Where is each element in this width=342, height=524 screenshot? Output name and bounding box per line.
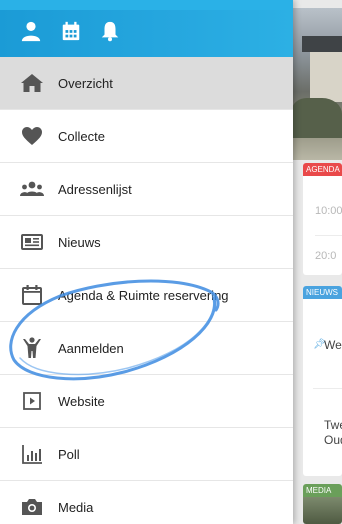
church-photo (292, 8, 342, 160)
bell-icon[interactable] (99, 20, 121, 42)
menu-item-website[interactable]: Website (0, 375, 293, 428)
menu-item-adressenlijst[interactable]: Adressenlijst (0, 163, 293, 216)
menu-item-agenda[interactable]: Agenda & Ruimte reservering (0, 269, 293, 322)
menu-item-label: Aanmelden (58, 340, 124, 356)
media-tag: MEDIA (303, 484, 342, 497)
menu-item-label: Website (58, 393, 105, 409)
media-card[interactable]: MEDIA (303, 484, 342, 524)
menu-item-label: Nieuws (58, 234, 101, 250)
news-line-1: We (324, 338, 342, 352)
menu-item-label: Collecte (58, 128, 105, 144)
menu-item-label: Media (58, 499, 94, 515)
home-icon (21, 74, 43, 92)
menu-item-overzicht[interactable]: Overzicht (0, 57, 293, 110)
navigation-drawer: Overzicht Collecte Adressenlijst Nieuws … (0, 0, 293, 524)
heart-icon (22, 127, 42, 145)
menu-item-collecte[interactable]: Collecte (0, 110, 293, 163)
people-icon (20, 181, 44, 196)
menu-item-label: Agenda & Ruimte reservering (58, 287, 229, 303)
menu-item-nieuws[interactable]: Nieuws (0, 216, 293, 269)
bar-chart-icon (22, 445, 42, 464)
camera-icon (22, 499, 42, 515)
menu-item-label: Overzicht (58, 75, 113, 91)
drawer-header (0, 0, 293, 57)
calendar-outline-icon (22, 285, 42, 305)
play-box-icon (23, 392, 41, 410)
news-card[interactable]: NIEUWS 📌︎ We Twe Oud (303, 286, 342, 476)
newspaper-icon (21, 234, 43, 250)
menu-item-poll[interactable]: Poll (0, 428, 293, 481)
menu-item-label: Adressenlijst (58, 181, 132, 197)
user-icon[interactable] (20, 20, 42, 42)
menu-item-label: Poll (58, 446, 80, 462)
menu-item-media[interactable]: Media (0, 481, 293, 524)
agenda-card[interactable]: AGENDA 10:00 20:0 (303, 163, 342, 275)
calendar-icon[interactable] (60, 20, 82, 42)
menu-item-aanmelden[interactable]: Aanmelden (0, 322, 293, 375)
agenda-time-2: 20:0 (315, 250, 337, 262)
person-raise-icon (23, 337, 41, 358)
news-line-2: Twe Oud (324, 418, 342, 447)
agenda-tag: AGENDA (303, 163, 342, 176)
drawer-menu: Overzicht Collecte Adressenlijst Nieuws … (0, 57, 293, 524)
agenda-time-1: 10:00 (315, 205, 342, 217)
news-tag: NIEUWS (303, 286, 342, 299)
